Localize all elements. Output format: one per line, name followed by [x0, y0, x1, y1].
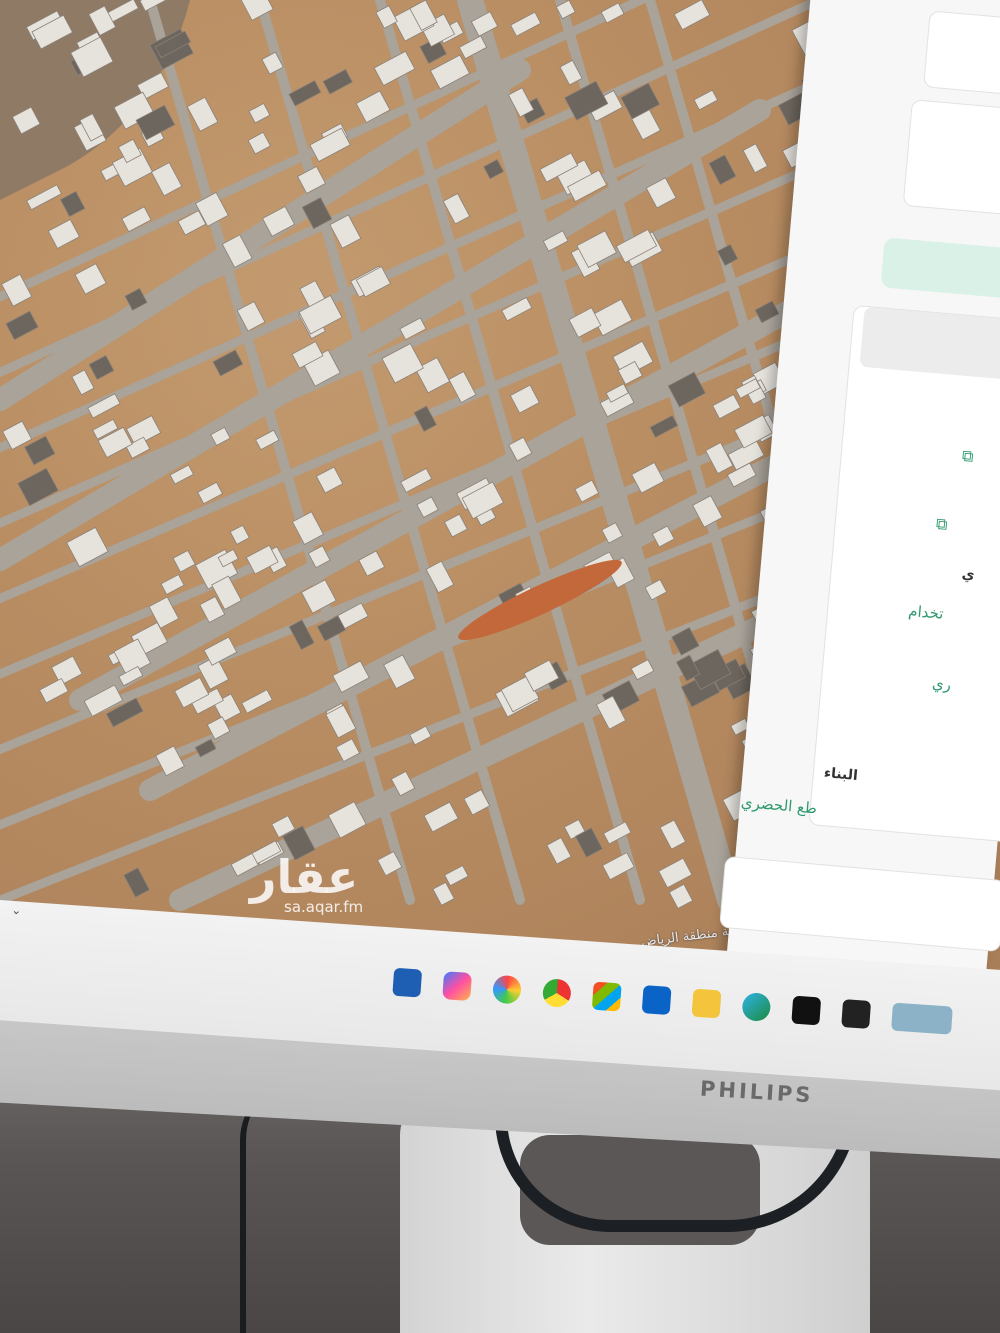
building — [160, 574, 185, 595]
details-header — [859, 306, 1000, 385]
watermark: عقار sa.aqar.fm — [250, 850, 363, 916]
detail-value: طع الحضري — [740, 792, 818, 818]
building — [71, 369, 95, 396]
panel-card-bottom[interactable] — [719, 855, 1000, 953]
outlook-icon[interactable] — [641, 985, 672, 1015]
detail-value: ري — [931, 674, 952, 694]
building — [288, 80, 322, 107]
building — [1, 273, 33, 307]
building — [241, 689, 273, 714]
building — [510, 11, 542, 37]
copy-icon[interactable]: ⧉ — [961, 446, 979, 466]
building — [443, 513, 468, 538]
copilot-icon[interactable] — [442, 971, 473, 1002]
building — [673, 0, 711, 31]
building — [150, 162, 183, 197]
building — [742, 143, 768, 174]
building — [247, 131, 271, 155]
panel-details-card: ⧉ ⧉ ي تخدام ري البناء طع الحضري — [740, 304, 1000, 844]
building — [229, 524, 250, 545]
building — [659, 819, 687, 850]
building — [509, 384, 540, 414]
folder-icon[interactable] — [691, 988, 722, 1019]
building — [693, 89, 719, 111]
chrome-icon[interactable] — [541, 978, 572, 1009]
detail-value: تخدام — [907, 601, 945, 623]
detail-label: البناء — [823, 765, 859, 784]
building — [59, 190, 86, 218]
widgets-icon[interactable] — [392, 967, 423, 998]
thumbnail-icon[interactable] — [891, 1002, 953, 1035]
building — [315, 466, 344, 494]
building — [248, 102, 271, 124]
chevron-icon[interactable]: ⌄ — [11, 903, 24, 918]
building — [88, 354, 115, 380]
building — [123, 867, 150, 898]
building — [712, 394, 742, 420]
building — [658, 857, 693, 889]
building — [423, 801, 459, 833]
building — [172, 549, 196, 573]
app-icon[interactable] — [841, 999, 872, 1029]
building — [186, 96, 219, 132]
store-icon[interactable] — [591, 981, 622, 1012]
photo-scene: PHILIPS عقار sa.aqar.fm جميع الحقوق محفو… — [0, 0, 1000, 1333]
building — [322, 68, 353, 95]
building — [649, 414, 679, 438]
building — [74, 263, 107, 295]
building — [47, 218, 81, 249]
panel-card[interactable] — [902, 99, 1000, 221]
building — [66, 526, 109, 568]
building — [400, 467, 433, 493]
panel-action-button[interactable] — [880, 237, 1000, 303]
panel-card-top[interactable] — [923, 10, 1000, 102]
building — [5, 310, 39, 341]
watermark-url: sa.aqar.fm — [284, 898, 364, 916]
capcut-icon[interactable] — [791, 995, 822, 1026]
watermark-logo: عقار — [250, 850, 359, 904]
building — [26, 184, 62, 211]
road-cross — [255, 0, 525, 905]
building — [432, 881, 455, 906]
building — [483, 159, 505, 180]
copy-icon[interactable]: ⧉ — [935, 514, 953, 534]
building — [668, 883, 694, 909]
building — [574, 479, 600, 503]
building — [708, 154, 737, 186]
edge-icon[interactable] — [741, 992, 772, 1022]
detail-label: ي — [961, 566, 976, 584]
building — [50, 655, 83, 686]
building — [444, 865, 469, 887]
building — [546, 837, 572, 865]
photos-icon[interactable] — [492, 974, 522, 1005]
